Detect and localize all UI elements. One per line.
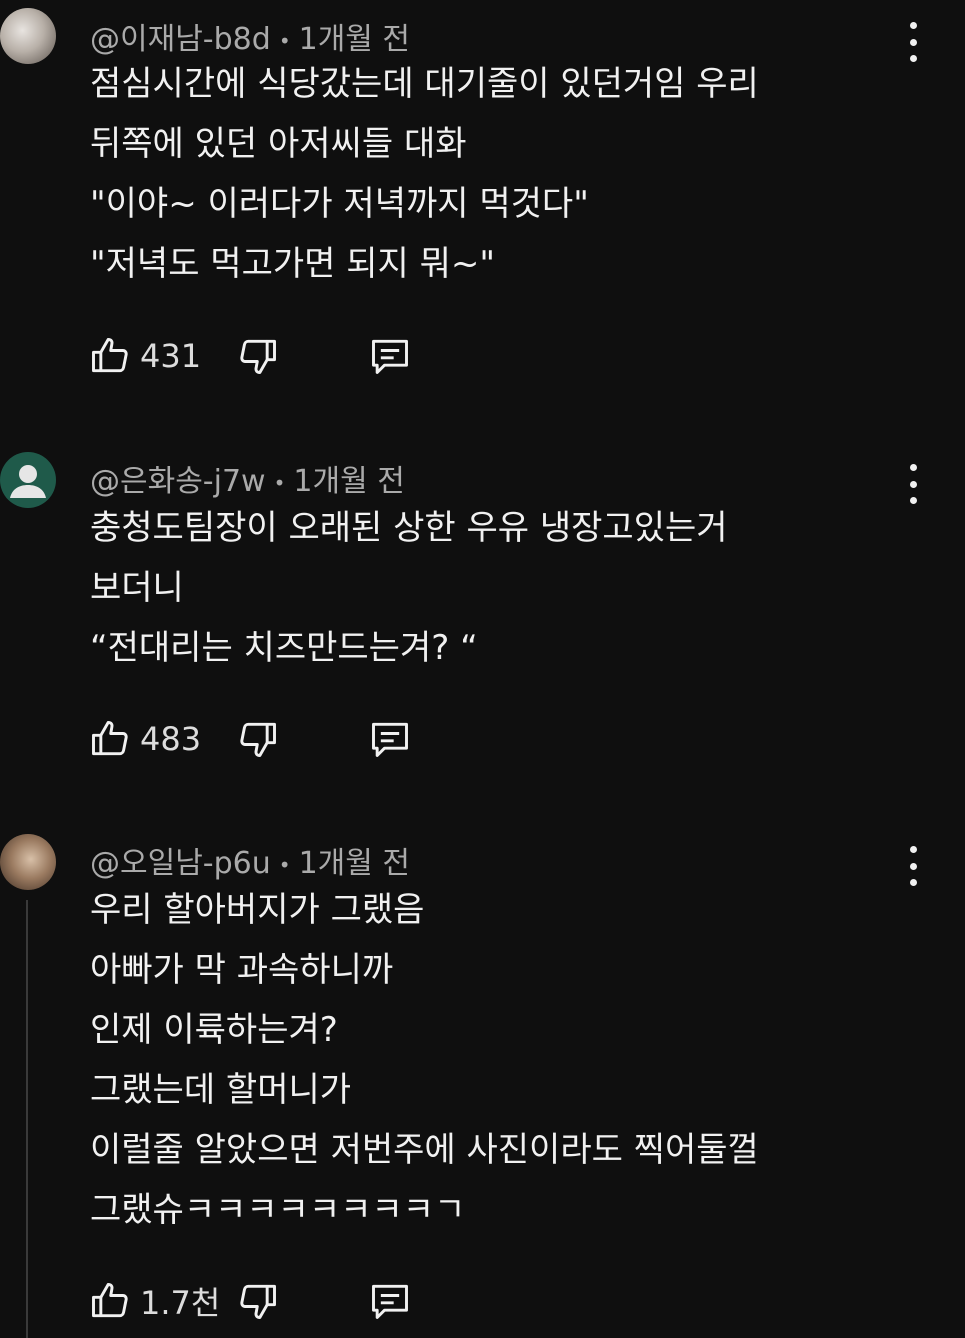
comment-text: 점심시간에 식당갔는데 대기줄이 있던거임 우리 뒤쪽에 있던 아저씨들 대화 … bbox=[90, 54, 759, 294]
more-options-button[interactable] bbox=[900, 464, 926, 504]
more-options-button[interactable] bbox=[900, 22, 926, 62]
meta-separator: • bbox=[273, 470, 286, 495]
reply-button[interactable] bbox=[368, 331, 412, 381]
reply-comment-icon bbox=[372, 339, 408, 374]
comment-line: 보더니 bbox=[90, 568, 184, 608]
author-handle[interactable]: @은화송-j7w bbox=[90, 464, 266, 499]
comment-line: 그랬는데 할머니가 bbox=[90, 1070, 352, 1110]
thumbs-down-icon bbox=[240, 339, 276, 374]
comment-line: "저녁도 먹고가면 되지 뭐~" bbox=[90, 244, 495, 284]
comment-line: "이야~ 이러다가 저녁까지 먹것다" bbox=[90, 184, 589, 224]
like-button[interactable]: 1.7천 bbox=[88, 1276, 220, 1326]
reply-button[interactable] bbox=[368, 714, 412, 764]
comment-meta: @은화송-j7w • 1개월 전 bbox=[90, 456, 405, 500]
comment-line: 충청도팀장이 오래된 상한 우유 냉장고있는거 bbox=[90, 508, 728, 548]
reply-comment-icon bbox=[372, 722, 408, 757]
author-handle[interactable]: @오일남-p6u bbox=[90, 846, 271, 881]
like-count: 483 bbox=[140, 720, 202, 758]
comment-line: 뒤쪽에 있던 아저씨들 대화 bbox=[90, 124, 467, 164]
comment-actions: 483 bbox=[88, 714, 448, 764]
comment-time[interactable]: 1개월 전 bbox=[293, 464, 404, 499]
comment-line: 우리 할아버지가 그랬음 bbox=[90, 890, 425, 930]
dislike-button[interactable] bbox=[236, 331, 280, 381]
avatar[interactable] bbox=[0, 8, 56, 64]
default-avatar-icon bbox=[10, 465, 46, 498]
comment-line: 아빠가 막 과속하니까 bbox=[90, 950, 394, 990]
comment-text: 충청도팀장이 오래된 상한 우유 냉장고있는거 보더니 “전대리는 치즈만드는겨… bbox=[90, 498, 728, 678]
thumbs-up-icon bbox=[92, 1283, 128, 1318]
comment-line: 그랬슈ㅋㅋㅋㅋㅋㅋㅋㅋㄱ bbox=[90, 1190, 466, 1230]
like-button[interactable]: 431 bbox=[88, 331, 201, 381]
more-vertical-icon bbox=[909, 846, 917, 853]
like-button[interactable]: 483 bbox=[88, 714, 201, 764]
comment-line: 점심시간에 식당갔는데 대기줄이 있던거임 우리 bbox=[90, 64, 759, 104]
meta-separator: • bbox=[278, 852, 291, 877]
like-count: 431 bbox=[140, 337, 202, 375]
avatar[interactable] bbox=[0, 834, 56, 890]
reply-comment-icon bbox=[372, 1284, 408, 1319]
dislike-button[interactable] bbox=[236, 1276, 280, 1326]
thumbs-down-icon bbox=[240, 1284, 276, 1319]
reply-button[interactable] bbox=[368, 1276, 412, 1326]
meta-separator: • bbox=[278, 28, 291, 53]
thread-line bbox=[26, 900, 28, 1338]
comment-actions: 1.7천 bbox=[88, 1276, 448, 1326]
dislike-button[interactable] bbox=[236, 714, 280, 764]
comment-line: 이럴줄 알았으면 저번주에 사진이라도 찍어둘껄 bbox=[90, 1130, 759, 1170]
comment-line: 인제 이륙하는겨? bbox=[90, 1010, 338, 1050]
author-handle[interactable]: @이재남-b8d bbox=[90, 22, 271, 57]
comment-time[interactable]: 1개월 전 bbox=[299, 22, 410, 57]
thumbs-up-icon bbox=[92, 721, 128, 756]
more-vertical-icon bbox=[909, 464, 917, 471]
comment-line: “전대리는 치즈만드는겨? “ bbox=[90, 628, 478, 668]
comment-meta: @이재남-b8d • 1개월 전 bbox=[90, 14, 410, 58]
more-vertical-icon bbox=[909, 22, 917, 29]
thumbs-up-icon bbox=[92, 338, 128, 373]
like-count: 1.7천 bbox=[140, 1284, 221, 1322]
thumbs-down-icon bbox=[240, 722, 276, 757]
avatar[interactable] bbox=[0, 452, 56, 508]
comment-actions: 431 bbox=[88, 331, 448, 381]
comment-meta: @오일남-p6u • 1개월 전 bbox=[90, 838, 410, 882]
comment-text: 우리 할아버지가 그랬음 아빠가 막 과속하니까 인제 이륙하는겨? 그랬는데 … bbox=[90, 880, 759, 1240]
comment-time[interactable]: 1개월 전 bbox=[299, 846, 410, 881]
more-options-button[interactable] bbox=[900, 846, 926, 886]
